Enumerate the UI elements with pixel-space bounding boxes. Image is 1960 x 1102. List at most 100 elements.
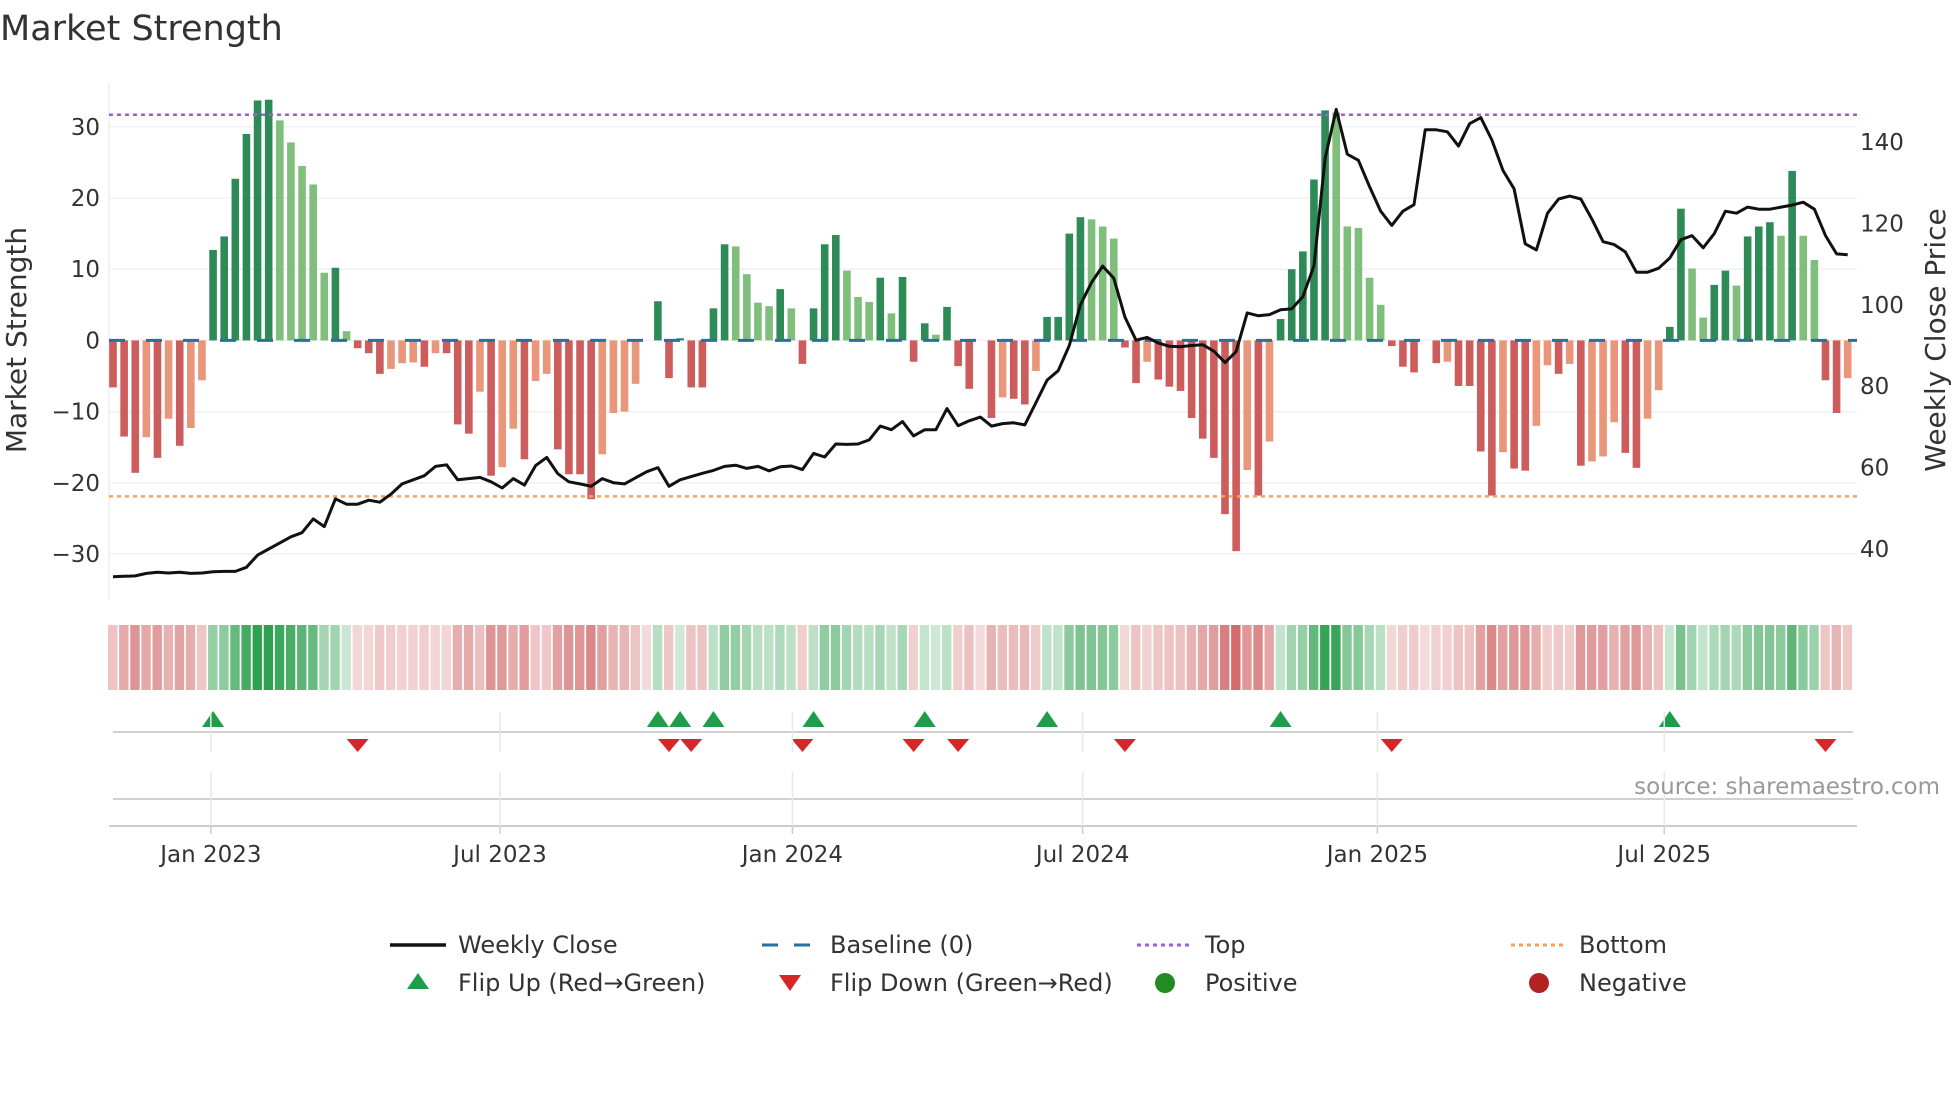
x-tick-label: Jul 2025: [1615, 842, 1711, 868]
strength-bar: [865, 301, 873, 341]
heat-cell: [1798, 625, 1808, 690]
heat-cell: [1142, 625, 1152, 690]
heat-cell: [764, 625, 774, 690]
legend-label: Weekly Close: [458, 931, 618, 959]
heat-cell: [1108, 625, 1119, 690]
heat-cell: [1409, 625, 1419, 690]
heat-cell: [341, 625, 351, 690]
flip-up-marker: [1658, 711, 1681, 727]
heat-cell: [719, 625, 729, 690]
heat-cell: [1720, 625, 1730, 690]
heat-cell: [1075, 625, 1085, 690]
strength-bar: [554, 340, 562, 450]
heat-cell: [1575, 625, 1586, 690]
heat-cell: [1030, 625, 1041, 690]
flip-down-marker: [902, 739, 925, 752]
heat-cell: [864, 625, 874, 690]
legend-dot: [1155, 973, 1175, 993]
heat-cell: [208, 625, 218, 690]
strength-bar: [520, 340, 529, 460]
strength-bar: [665, 340, 673, 379]
heat-cell: [374, 625, 385, 690]
heat-cell: [108, 625, 118, 690]
strength-bar: [1843, 340, 1852, 379]
strength-bar: [1376, 304, 1385, 341]
strength-bar: [1465, 340, 1474, 386]
heat-cell: [497, 625, 507, 690]
strength-bar: [1754, 226, 1763, 341]
heat-cell: [1586, 625, 1597, 690]
legend-negative-icon: [1529, 973, 1549, 993]
heat-cell: [1731, 625, 1741, 690]
strength-bar: [743, 274, 751, 341]
strength-bar: [1788, 170, 1796, 341]
heat-cell: [942, 625, 952, 690]
strength-bar: [943, 306, 951, 341]
strength-bar: [1276, 319, 1285, 341]
strength-bar: [309, 184, 317, 341]
heat-cell: [841, 625, 852, 690]
heat-cell: [686, 625, 696, 690]
strength-bar: [164, 340, 173, 419]
strength-bar: [687, 340, 696, 388]
strength-bar: [1599, 340, 1607, 457]
legend-flip-down-icon: [779, 975, 801, 991]
flip-up-marker: [802, 711, 825, 727]
heat-cell: [1742, 625, 1753, 690]
strength-bar: [398, 340, 406, 364]
heat-cell: [297, 625, 307, 690]
heat-cell: [1642, 625, 1652, 690]
heat-cell: [196, 625, 207, 690]
strength-bar: [887, 313, 896, 341]
strength-bar: [287, 142, 295, 341]
strength-bar: [1732, 285, 1741, 341]
heat-cell: [1753, 625, 1764, 690]
strength-bar: [231, 178, 240, 341]
strength-bar: [1799, 235, 1808, 341]
heat-cell: [241, 625, 251, 690]
heat-cell: [886, 625, 896, 690]
heat-cell: [474, 625, 485, 690]
heat-cell: [775, 625, 785, 690]
heat-cell: [1053, 625, 1063, 690]
strength-bar: [331, 267, 340, 341]
strength-bar: [1832, 340, 1841, 414]
market-strength-chart: Market Strength 3020100−10−20−30 1401201…: [0, 9, 1952, 997]
strength-bar: [153, 340, 162, 458]
heat-cell: [552, 625, 563, 690]
strength-bar: [1554, 340, 1563, 374]
strength-bar: [542, 340, 551, 374]
heat-cell: [1197, 625, 1208, 690]
heat-cell: [708, 625, 718, 690]
heat-cell: [741, 625, 752, 690]
legend-label: Positive: [1205, 969, 1298, 997]
heat-cell: [1186, 625, 1197, 690]
legend-label: Baseline (0): [830, 931, 973, 959]
strength-bar: [198, 340, 206, 381]
heat-cell: [1064, 625, 1074, 690]
legend-positive-icon: [1155, 973, 1175, 993]
strength-bar: [798, 340, 807, 364]
heat-cell: [1498, 625, 1508, 690]
heat-cell: [1687, 625, 1697, 690]
strength-bar: [565, 340, 573, 475]
flip-down-marker: [1814, 739, 1837, 752]
flip-up-marker: [202, 711, 225, 727]
heat-cell: [908, 625, 919, 690]
heat-cell: [1297, 625, 1308, 690]
heat-cell: [953, 625, 963, 690]
strength-bar: [1432, 340, 1441, 364]
strength-bar: [631, 340, 640, 384]
heat-cell: [1253, 625, 1263, 690]
heat-cell: [1620, 625, 1630, 690]
strength-bar: [175, 340, 184, 446]
heat-cell: [308, 625, 318, 690]
flip-up-marker: [1036, 711, 1059, 727]
heat-cell: [1331, 625, 1341, 690]
heat-cell: [697, 625, 707, 690]
heat-cell: [1275, 625, 1285, 690]
heat-cell: [1308, 625, 1319, 690]
heat-cell: [575, 625, 585, 690]
heat-cell: [897, 625, 907, 690]
strength-bar: [509, 340, 518, 429]
